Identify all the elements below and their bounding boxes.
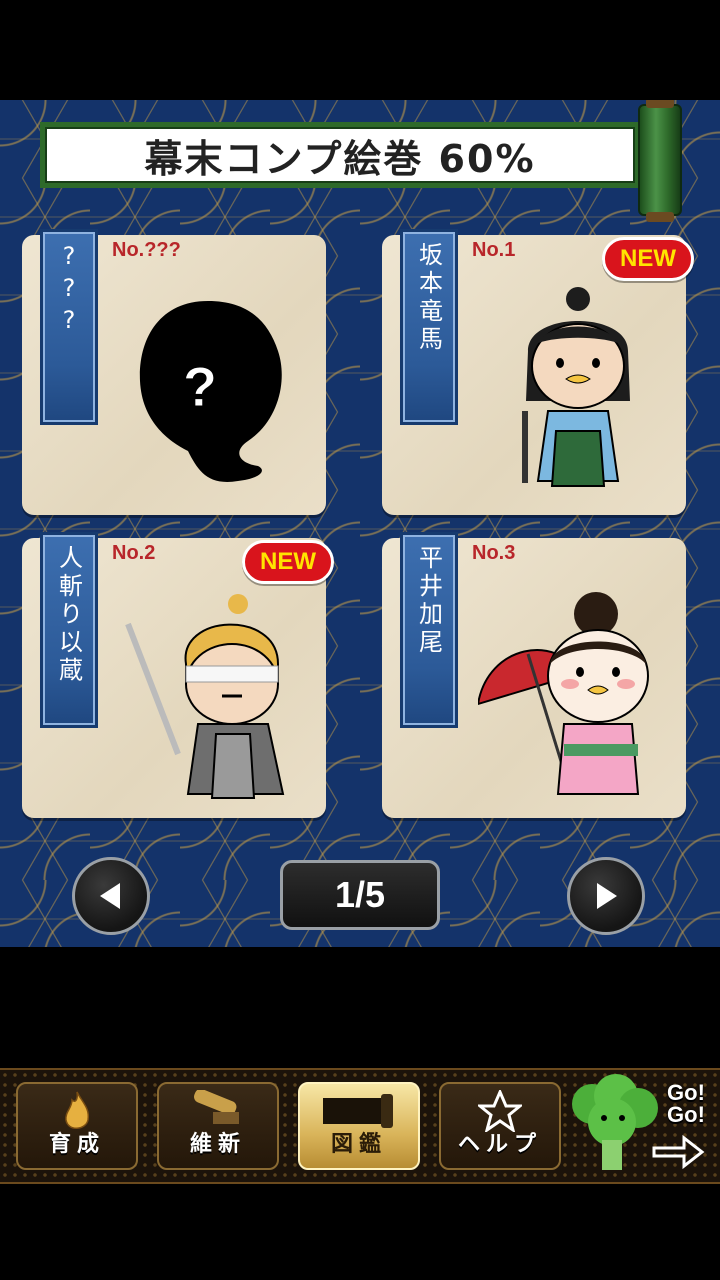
unknown-silhouette-icon: ?: [139, 301, 282, 482]
cannon-icon: [194, 1090, 239, 1124]
ryoma-character-icon: [522, 287, 630, 487]
name-ribbon: 人斬り以蔵: [40, 532, 98, 728]
character-card-unknown[interactable]: ??? No.??? ?: [22, 229, 326, 515]
gogo-text: Go! Go!: [667, 1080, 705, 1127]
character-name: 坂本竜馬: [414, 242, 443, 354]
scroll-roll-icon: [638, 100, 682, 222]
arrow-right-icon: [597, 883, 617, 909]
svg-text:?: ?: [183, 355, 217, 418]
page-title: 幕末コンプ絵巻 60%: [144, 136, 536, 181]
character-name: ???: [55, 242, 83, 338]
broccoli-mascot-icon: [572, 1074, 658, 1170]
nav-restoration-button[interactable]: 維新: [157, 1082, 279, 1170]
flame-icon: [65, 1091, 90, 1129]
collection-screen: 幕末コンプ絵巻 60% ??? No.??? ? 坂本竜馬 No.1 NEW 人…: [0, 100, 720, 947]
title-banner: 幕末コンプ絵巻 60%: [40, 122, 640, 188]
character-number: No.2: [112, 542, 156, 564]
character-card-kao[interactable]: 平井加尾 No.3: [382, 532, 686, 818]
character-number: No.3: [472, 542, 516, 564]
character-name: 人斬り以蔵: [54, 545, 83, 685]
kao-character-icon: [478, 592, 649, 795]
bottom-nav: 育成 維新 図鑑 ヘルプ Go! Go!: [0, 1068, 720, 1184]
name-ribbon: ???: [40, 229, 98, 425]
character-card-ryoma[interactable]: 坂本竜馬 No.1 NEW: [382, 229, 694, 515]
arrow-right-icon: [652, 1134, 705, 1170]
arrow-left-icon: [100, 883, 120, 909]
gogo-promo-button[interactable]: Go! Go!: [564, 1074, 714, 1178]
new-badge: NEW: [602, 237, 694, 281]
page-indicator: 1/5: [280, 860, 440, 930]
nav-train-button[interactable]: 育成: [16, 1082, 138, 1170]
character-card-izo[interactable]: 人斬り以蔵 No.2 NEW: [22, 532, 334, 818]
scroll-icon: [323, 1094, 393, 1128]
name-ribbon: 平井加尾: [400, 532, 458, 728]
prev-page-button[interactable]: [72, 857, 150, 935]
next-page-button[interactable]: [567, 857, 645, 935]
character-name: 平井加尾: [414, 545, 443, 657]
character-number: No.???: [112, 239, 181, 261]
character-number: No.1: [472, 239, 516, 261]
star-icon: [478, 1090, 522, 1132]
izo-character-icon: [125, 594, 285, 799]
new-badge: NEW: [242, 540, 334, 584]
nav-encyclopedia-button[interactable]: 図鑑: [298, 1082, 420, 1170]
nav-help-button[interactable]: ヘルプ: [439, 1082, 561, 1170]
nav-label: 維新: [189, 1132, 246, 1157]
name-ribbon: 坂本竜馬: [400, 229, 458, 425]
nav-label: 図鑑: [330, 1132, 387, 1157]
